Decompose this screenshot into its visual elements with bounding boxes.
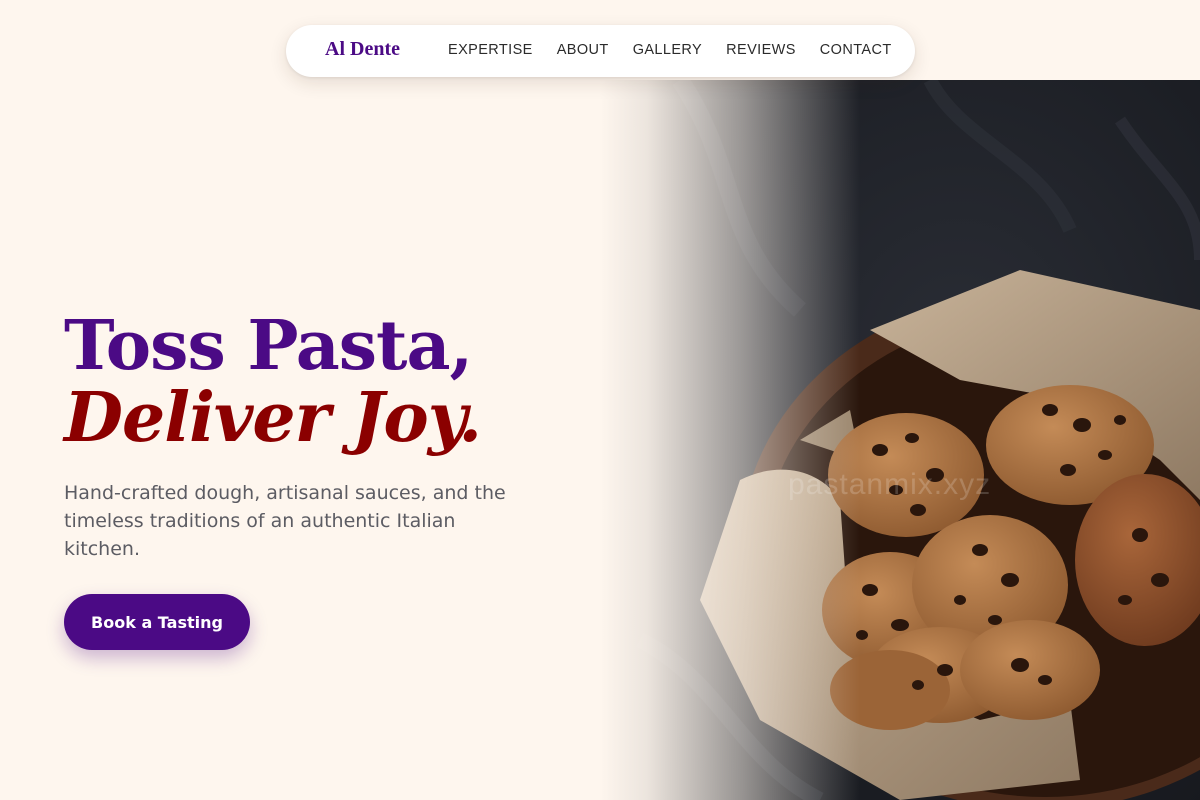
headline-line-2: Deliver Joy. [64,378,482,458]
hero-image: pastanmix.xyz [600,80,1200,800]
image-watermark: pastanmix.xyz [788,468,992,501]
cookie-bowl-illustration [600,80,1200,800]
headline-line-1: Toss Pasta, [64,306,473,386]
nav-link-about[interactable]: ABOUT [557,42,609,58]
hero-headline: Toss Pasta, Deliver Joy. [64,306,482,458]
hero-description: Hand-crafted dough, artisanal sauces, an… [64,482,506,560]
nav-link-gallery[interactable]: GALLERY [633,42,702,58]
brand-logo[interactable]: Al Dente [325,38,400,61]
nav-link-reviews[interactable]: REVIEWS [726,42,796,58]
nav-links: EXPERTISE ABOUT GALLERY REVIEWS CONTACT [448,42,892,58]
top-navigation: Al Dente EXPERTISE ABOUT GALLERY REVIEWS… [286,25,915,77]
nav-link-contact[interactable]: CONTACT [820,42,892,58]
book-tasting-button[interactable]: Book a Tasting [64,594,250,650]
nav-link-expertise[interactable]: EXPERTISE [448,42,533,58]
